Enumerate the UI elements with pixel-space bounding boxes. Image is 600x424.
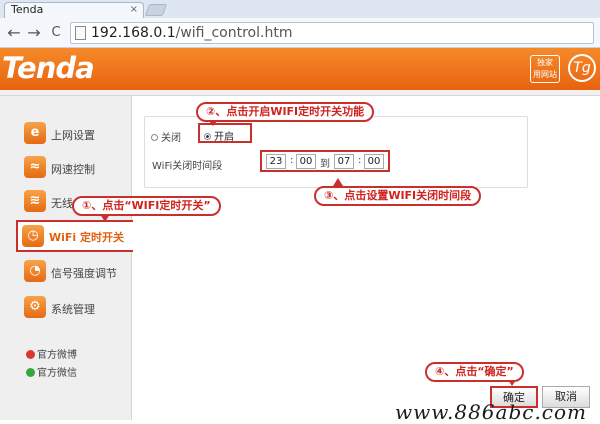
- sidebar-item-internet-settings[interactable]: e 上网设置: [18, 118, 132, 150]
- browser-tab[interactable]: Tenda ×: [4, 2, 144, 18]
- radio-on-label: 开启: [214, 132, 234, 143]
- gear-icon: ⚙: [24, 296, 46, 318]
- sidebar-item-signal-strength[interactable]: ◔ 信号强度调节: [18, 256, 132, 288]
- callout-step-3-pointer: [333, 178, 343, 186]
- callout-step-1-pointer: [100, 214, 110, 222]
- sidebar-item-system-management[interactable]: ⚙ 系统管理: [18, 292, 132, 324]
- callout-step-2-pointer: [208, 120, 218, 126]
- back-icon[interactable]: ←: [4, 23, 24, 43]
- time-range-label: WiFi关闭时间段: [152, 161, 223, 172]
- url-path: /wifi_control.htm: [175, 25, 293, 41]
- sidebar-item-label: 上网设置: [51, 129, 95, 142]
- signal-icon: ◔: [24, 260, 46, 282]
- sidebar-item-label: WiFi 定时开关: [49, 231, 125, 244]
- sidebar-item-label: 系统管理: [51, 303, 95, 316]
- wechat-label: 官方微信: [37, 368, 77, 379]
- start-minute-input[interactable]: 00: [296, 154, 316, 169]
- sidebar-item-wifi-schedule[interactable]: ◷ WiFi 定时开关: [16, 220, 133, 252]
- weibo-label: 官方微博: [37, 350, 77, 361]
- badge-bottom-text: 用网站: [533, 70, 557, 79]
- end-hour-input[interactable]: 07: [334, 154, 354, 169]
- router-header: Tenda 独家 用网站 Tg: [0, 48, 600, 90]
- main-content: 关闭 开启 WiFi关闭时间段 23 : 00 到 07 : 00: [133, 96, 600, 420]
- end-minute-input[interactable]: 00: [364, 154, 384, 169]
- to-label: 到: [320, 159, 330, 170]
- tenda-logo: Tenda: [2, 51, 95, 85]
- header-badge[interactable]: 独家 用网站: [530, 55, 560, 83]
- callout-step-2: ②、点击开启WIFI定时开关功能: [196, 102, 375, 122]
- url-host: 192.168.0.1: [91, 25, 176, 41]
- radio-on-highlight: 开启: [198, 123, 252, 143]
- sidebar-item-label: 无线: [51, 197, 73, 210]
- radio-off-option[interactable]: 关闭: [151, 129, 181, 144]
- internet-icon: e: [24, 122, 46, 144]
- sidebar-item-label: 网速控制: [51, 163, 95, 176]
- reload-icon[interactable]: C: [46, 23, 66, 43]
- radio-off-label: 关闭: [161, 133, 181, 144]
- callout-step-3: ③、点击设置WIFI关闭时间段: [314, 186, 482, 206]
- wireless-icon: ≋: [24, 190, 46, 212]
- start-hour-input[interactable]: 23: [266, 154, 286, 169]
- sidebar-item-speed-control[interactable]: ≈ 网速控制: [18, 152, 132, 184]
- official-weibo-link[interactable]: 官方微博: [26, 346, 77, 361]
- time-range-highlight: 23 : 00 到 07 : 00: [260, 150, 390, 172]
- browser-toolbar: ← → C 192.168.0.1/wifi_control.htm: [0, 18, 600, 48]
- wechat-icon: [26, 368, 35, 377]
- header-round-logo-icon: Tg: [568, 54, 596, 82]
- callout-step-1: ①、点击“WIFI定时开关”: [72, 196, 221, 216]
- speed-icon: ≈: [24, 156, 46, 178]
- colon-separator: :: [358, 155, 362, 166]
- tab-title: Tenda: [11, 3, 44, 16]
- forward-icon[interactable]: →: [24, 23, 44, 43]
- official-wechat-link[interactable]: 官方微信: [26, 364, 77, 379]
- radio-on-option[interactable]: 开启: [204, 128, 234, 143]
- clock-icon: ◷: [22, 225, 44, 247]
- new-tab-button[interactable]: [144, 4, 168, 16]
- tab-close-icon[interactable]: ×: [130, 3, 138, 17]
- radio-on[interactable]: [204, 133, 211, 140]
- sidebar-item-label: 信号强度调节: [51, 267, 117, 280]
- radio-off[interactable]: [151, 134, 158, 141]
- browser-tab-bar: Tenda ×: [0, 0, 600, 18]
- colon-separator: :: [290, 155, 294, 166]
- url-text: 192.168.0.1/wifi_control.htm: [91, 25, 292, 42]
- page-icon: [75, 26, 86, 40]
- sidebar: e 上网设置 ≈ 网速控制 ≋ 无线 ◷ WiFi 定时开关 ◔ 信号强度调节 …: [0, 96, 133, 420]
- weibo-icon: [26, 350, 35, 359]
- watermark: www.886abc.com: [395, 400, 588, 424]
- badge-top-text: 独家: [537, 58, 553, 67]
- address-bar[interactable]: 192.168.0.1/wifi_control.htm: [70, 22, 594, 44]
- callout-step-4: ④、点击“确定”: [425, 362, 524, 382]
